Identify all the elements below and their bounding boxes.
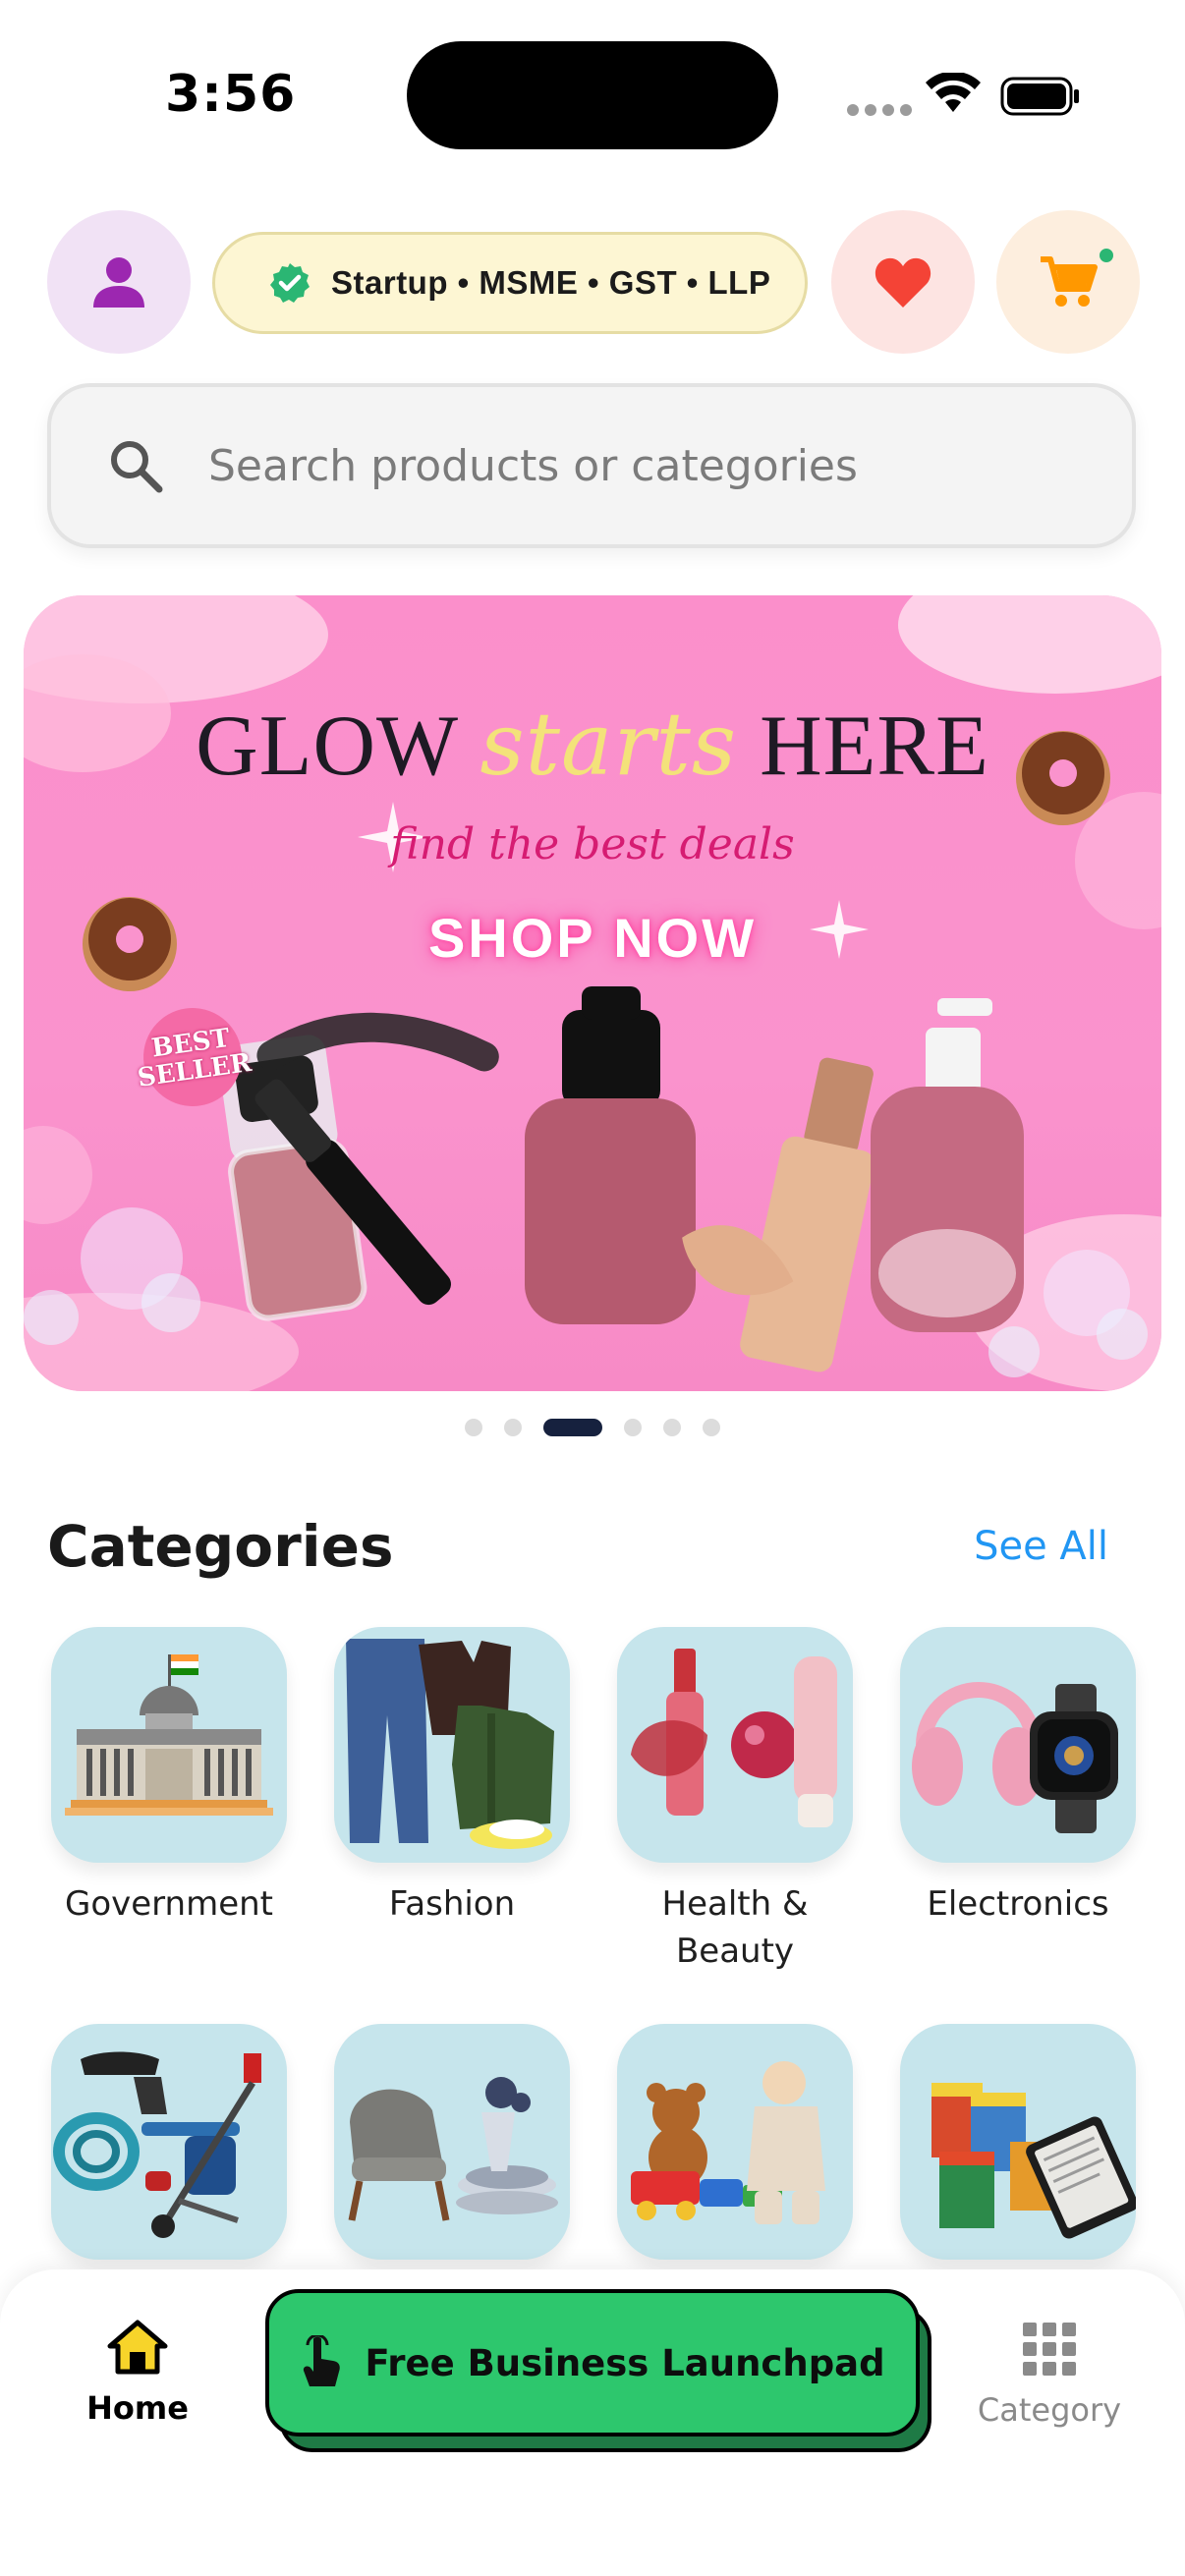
carousel-dot[interactable] xyxy=(703,1419,720,1436)
banner-subtitle: find the best deals xyxy=(390,819,795,869)
search-icon xyxy=(111,441,163,493)
promo-banner[interactable]: GLOW starts HERE find the best deals SHO… xyxy=(24,595,1161,1391)
cart-button[interactable] xyxy=(996,210,1140,354)
electronics-icon xyxy=(912,1682,1118,1833)
heart-icon xyxy=(875,257,931,308)
books-icon xyxy=(931,2083,1136,2239)
shopping-cart-icon xyxy=(1041,256,1098,307)
dynamic-island xyxy=(407,41,778,149)
cosmetics-icon xyxy=(631,1649,837,1827)
favorites-button[interactable] xyxy=(831,210,975,354)
category-label: Fashion xyxy=(388,1884,516,1924)
category-books-media[interactable] xyxy=(900,2024,1136,2260)
verified-check-icon xyxy=(270,263,310,303)
nav-category-label: Category xyxy=(977,2391,1122,2429)
category-electronics[interactable]: Electronics xyxy=(900,1627,1136,1928)
see-all-link[interactable]: See All xyxy=(974,1524,1108,1569)
category-toys-kids[interactable] xyxy=(617,2024,853,2260)
grid-icon xyxy=(1023,2323,1076,2376)
wifi-icon xyxy=(926,73,981,112)
status-bar: 3:56 xyxy=(0,0,1185,187)
business-services-badge[interactable]: Startup • MSME • GST • LLP xyxy=(212,232,808,334)
launchpad-label: Free Business Launchpad xyxy=(365,2341,885,2384)
bottom-navigation: Home Free Business Launchpad Category xyxy=(0,2269,1185,2576)
category-label: Health & Beauty xyxy=(661,1884,809,1971)
nav-home-label: Home xyxy=(86,2389,189,2427)
free-business-launchpad-button[interactable]: Free Business Launchpad xyxy=(265,2289,920,2436)
category-health-beauty[interactable]: Health & Beauty xyxy=(617,1627,853,1975)
carousel-dot[interactable] xyxy=(663,1419,681,1436)
category-label: Electronics xyxy=(927,1884,1109,1924)
category-home-furniture[interactable] xyxy=(334,2024,570,2260)
category-tools[interactable] xyxy=(51,2024,287,2260)
section-title: Categories xyxy=(47,1513,394,1580)
government-building-icon xyxy=(65,1654,273,1816)
top-header: Startup • MSME • GST • LLP xyxy=(0,210,1185,356)
carousel-dot[interactable] xyxy=(504,1419,522,1436)
carousel-dot-active[interactable] xyxy=(543,1419,602,1436)
profile-button[interactable] xyxy=(47,210,191,354)
nav-home[interactable]: Home xyxy=(71,2319,204,2427)
carousel-indicator xyxy=(0,1419,1185,1436)
toys-icon xyxy=(631,2061,825,2224)
shop-now-label: SHOP NOW xyxy=(427,907,758,969)
fashion-icon xyxy=(346,1639,554,1849)
category-fashion[interactable]: Fashion xyxy=(334,1627,570,1928)
carousel-dot[interactable] xyxy=(624,1419,642,1436)
battery-icon xyxy=(1000,77,1079,116)
user-icon xyxy=(93,257,144,308)
search-bar[interactable] xyxy=(47,383,1136,548)
carousel-dot[interactable] xyxy=(465,1419,482,1436)
tap-hand-icon xyxy=(304,2335,341,2386)
badge-text: Startup • MSME • GST • LLP xyxy=(331,264,771,301)
cellular-signal-icon xyxy=(847,104,912,116)
status-time: 3:56 xyxy=(165,65,297,124)
category-government[interactable]: Government xyxy=(51,1627,287,1928)
nav-category[interactable]: Category xyxy=(963,2321,1136,2429)
banner-title: GLOW starts HERE xyxy=(196,694,989,795)
tools-equipment-icon xyxy=(53,2051,261,2238)
home-icon xyxy=(107,2320,168,2375)
search-input[interactable] xyxy=(208,440,1093,491)
category-label: Government xyxy=(64,1884,274,1924)
cart-notification-dot xyxy=(1097,246,1116,265)
furniture-icon xyxy=(348,2077,558,2221)
categories-header: Categories See All xyxy=(47,1513,1138,1580)
